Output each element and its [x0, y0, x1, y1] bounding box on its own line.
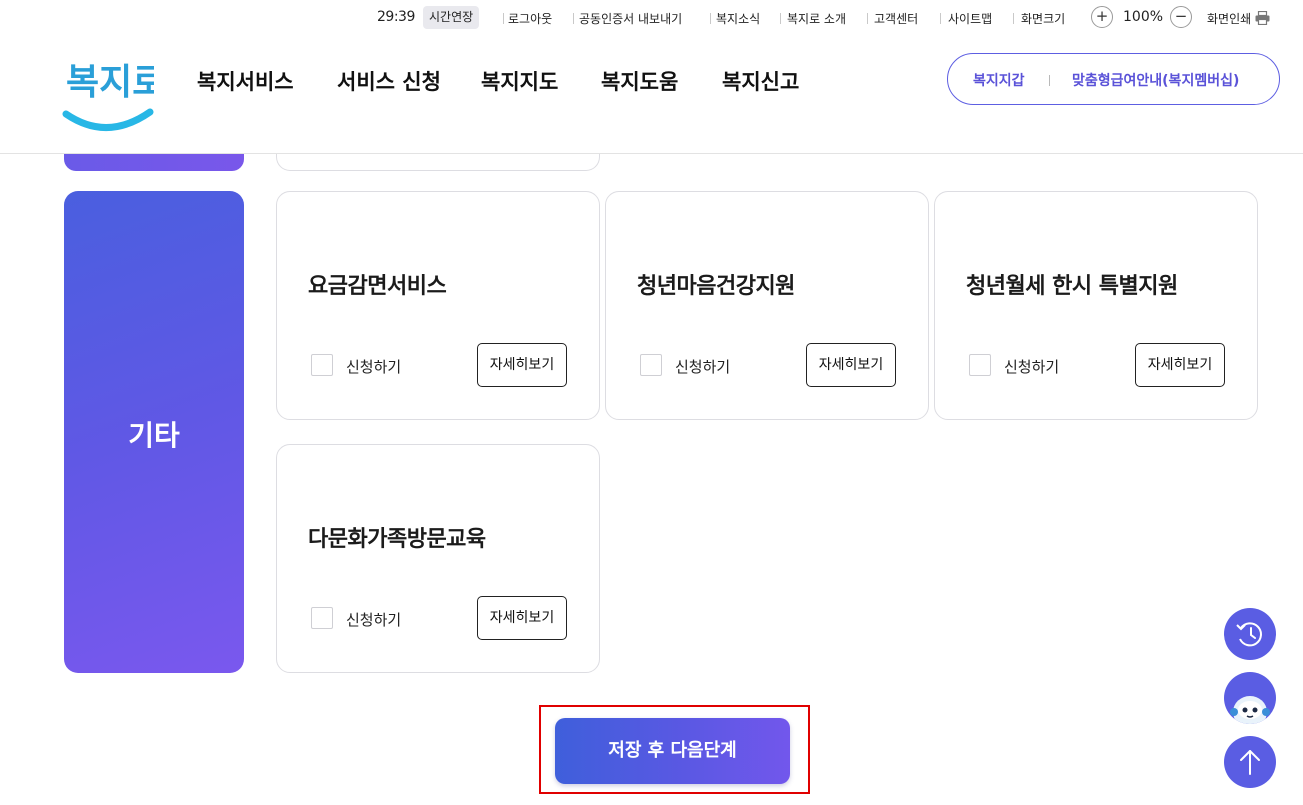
about-link[interactable]: 복지로 소개: [787, 10, 846, 27]
print-label: 화면인쇄: [1207, 12, 1252, 26]
divider: [573, 13, 574, 24]
logout-link[interactable]: 로그아웃: [508, 10, 552, 27]
service-card: 다문화가족방문교육 신청하기 자세히보기: [276, 444, 600, 673]
session-timer: 29:39: [377, 9, 415, 25]
history-button[interactable]: [1224, 608, 1276, 660]
save-next-button[interactable]: 저장 후 다음단계: [555, 718, 790, 784]
apply-checkbox-label[interactable]: 신청하기: [675, 356, 730, 377]
apply-checkbox-label[interactable]: 신청하기: [1004, 356, 1059, 377]
service-card: 청년마음건강지원 신청하기 자세히보기: [605, 191, 929, 420]
apply-checkbox[interactable]: [640, 354, 662, 376]
divider: [1049, 75, 1050, 86]
detail-button[interactable]: 자세히보기: [477, 343, 567, 387]
category-label: 기타: [128, 419, 180, 452]
zoom-level: 100%: [1123, 9, 1164, 25]
divider: [503, 13, 504, 24]
service-card: 요금감면서비스 신청하기 자세히보기: [276, 191, 600, 420]
apply-checkbox[interactable]: [311, 354, 333, 376]
welfare-news-link[interactable]: 복지소식: [716, 10, 760, 27]
nav-welfare-report[interactable]: 복지신고: [722, 66, 799, 96]
scroll-top-button[interactable]: [1224, 736, 1276, 788]
detail-button[interactable]: 자세히보기: [806, 343, 896, 387]
divider: [1013, 13, 1014, 24]
service-title: 다문화가족방문교육: [308, 527, 486, 552]
service-title: 청년월세 한시 특별지원: [966, 274, 1178, 299]
site-logo[interactable]: 복지로: [62, 50, 165, 134]
apply-checkbox-label[interactable]: 신청하기: [346, 356, 401, 377]
zoom-in-icon[interactable]: +: [1091, 6, 1113, 28]
customer-center-link[interactable]: 고객센터: [874, 10, 918, 27]
divider: [940, 13, 941, 24]
chatbot-button[interactable]: [1224, 672, 1276, 724]
previous-service-card: [276, 154, 600, 171]
printer-icon[interactable]: [1255, 10, 1270, 29]
nav-welfare-map[interactable]: 복지지도: [481, 66, 558, 96]
service-card: 청년월세 한시 특별지원 신청하기 자세히보기: [934, 191, 1258, 420]
extend-session-button[interactable]: 시간연장: [423, 6, 480, 29]
apply-checkbox-label[interactable]: 신청하기: [346, 609, 401, 630]
history-icon: [1236, 622, 1262, 647]
divider: [710, 13, 711, 24]
print-link[interactable]: 화면인쇄: [1207, 10, 1251, 27]
previous-category-block: [64, 154, 244, 171]
apply-checkbox[interactable]: [969, 354, 991, 376]
divider: [780, 13, 781, 24]
zoom-out-icon[interactable]: −: [1170, 6, 1192, 28]
category-block: 기타: [64, 191, 244, 673]
arrow-up-icon: [1240, 750, 1260, 775]
font-size-label: 화면크기: [1021, 12, 1066, 26]
detail-button[interactable]: 자세히보기: [1135, 343, 1225, 387]
welfare-wallet-link[interactable]: 복지지갑: [973, 70, 1025, 90]
membership-link[interactable]: 맞춤형급여안내(복지멤버십): [1072, 70, 1239, 90]
chatbot-icon: [1230, 696, 1270, 724]
divider: [867, 13, 868, 24]
sitemap-link[interactable]: 사이트맵: [948, 10, 992, 27]
nav-service-application[interactable]: 서비스 신청: [337, 66, 441, 96]
utility-bar: 29:39 시간연장 로그아웃 공동인증서 내보내기 복지소식 복지로 소개 고…: [0, 5, 1303, 31]
nav-welfare-services[interactable]: 복지서비스: [197, 66, 294, 96]
detail-button[interactable]: 자세히보기: [477, 596, 567, 640]
logo-text: 복지로: [66, 62, 154, 103]
nav-welfare-help[interactable]: 복지도움: [601, 66, 678, 96]
quick-links-pill: 복지지갑 맞춤형급여안내(복지멤버십): [947, 53, 1280, 105]
service-title: 요금감면서비스: [308, 274, 447, 299]
service-title: 청년마음건강지원: [637, 274, 795, 299]
apply-checkbox[interactable]: [311, 607, 333, 629]
export-certificate-link[interactable]: 공동인증서 내보내기: [579, 10, 682, 27]
